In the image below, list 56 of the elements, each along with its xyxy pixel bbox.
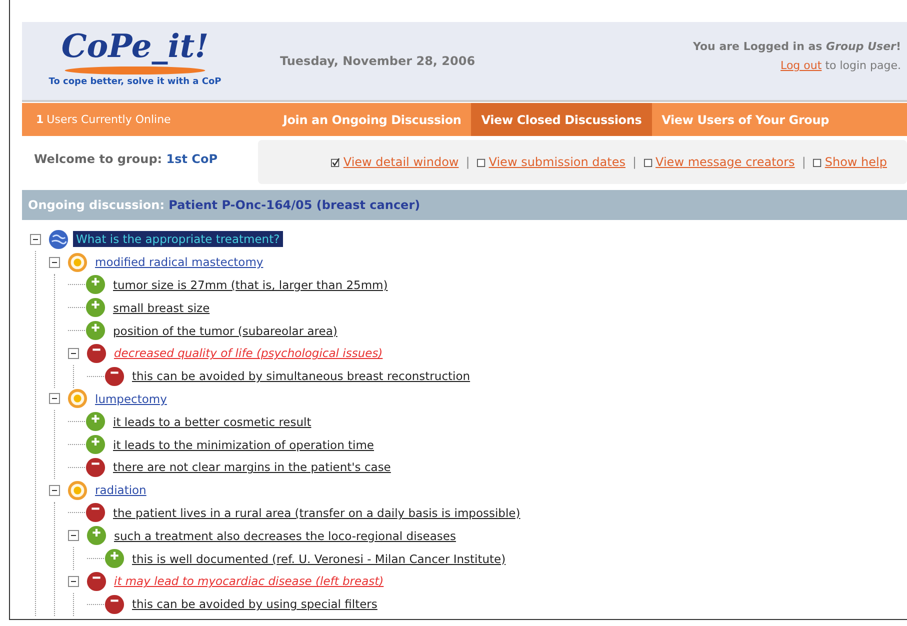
tree-node-link[interactable]: there are not clear margins in the patient's case xyxy=(110,459,394,476)
logout-hint: to login page. xyxy=(825,59,901,72)
tree-node-link[interactable]: this can be avoided by simultaneous breast reconstruction xyxy=(129,368,474,384)
discussion-title: Ongoing discussion: Patient P-Onc-164/05 (breast cancer) xyxy=(28,198,420,212)
minus-icon xyxy=(86,570,107,592)
tree-node-link[interactable]: it leads to a better cosmetic result xyxy=(110,414,314,430)
tree-node-link[interactable]: What is the appropriate treatment? xyxy=(73,231,283,248)
tree-node-link[interactable]: it may lead to myocardiac disease (left breast) xyxy=(111,573,387,590)
minus-icon xyxy=(104,366,125,387)
empty-box-icon xyxy=(476,158,486,166)
tree-node-link[interactable]: it leads to the minimization of operation time xyxy=(110,436,377,453)
tree-node-link[interactable]: the patient lives in a rural area (transfer on a daily basis is impossible) xyxy=(110,504,524,521)
tree-node-link[interactable]: decreased quality of life (psychological issues) xyxy=(111,345,386,362)
minus-icon xyxy=(85,456,106,478)
tree-node-link[interactable]: modified radical mastectomy xyxy=(92,254,266,270)
tree-node-link[interactable]: this is well documented (ref. U. Veronesi - Milan Cancer Institute) xyxy=(129,550,509,567)
minus-icon xyxy=(104,594,125,615)
minus-icon xyxy=(85,502,106,524)
plus-icon xyxy=(85,297,106,318)
tree-node-link[interactable]: lumpectomy xyxy=(92,390,170,407)
plus-icon xyxy=(85,274,106,296)
plus-icon xyxy=(85,320,106,342)
login-status: You are Logged in as Group User! xyxy=(693,40,901,53)
checked-box-icon xyxy=(331,158,340,166)
plus-icon xyxy=(85,411,106,432)
collapse-toggle[interactable] xyxy=(68,576,79,587)
collapse-toggle[interactable] xyxy=(30,234,41,245)
tree-node-link[interactable]: this can be avoided by using special filters xyxy=(129,596,380,612)
tree-node-link[interactable]: position of the tumor (subareolar area) xyxy=(110,322,340,339)
separator: | xyxy=(802,155,806,169)
separator: | xyxy=(632,155,637,169)
separator: | xyxy=(466,155,470,169)
plus-icon xyxy=(85,434,106,456)
plus-icon xyxy=(104,548,125,570)
date-text: Tuesday, November 28, 2006 xyxy=(280,54,476,68)
empty-box-icon xyxy=(812,158,822,166)
tree-node-link[interactable]: radiation xyxy=(92,482,150,498)
collapse-toggle[interactable] xyxy=(49,393,60,404)
welcome-text: Welcome to group: 1st CoP xyxy=(33,152,219,166)
tagline: To cope better, solve it with a CoP xyxy=(48,77,222,87)
tree-node-link[interactable]: tumor size is 27mm (that is, larger than 25mm) xyxy=(110,276,391,293)
sun-icon xyxy=(67,252,88,273)
tree-node-link[interactable]: such a treatment also decreases the loco-regional diseases xyxy=(111,528,459,544)
globe-icon xyxy=(48,228,69,250)
collapse-toggle[interactable] xyxy=(68,348,79,359)
plus-icon xyxy=(86,525,107,546)
collapse-toggle[interactable] xyxy=(68,530,79,542)
online-users: 1 Users Currently Online xyxy=(35,112,172,128)
logo-text: CoPe_it! xyxy=(61,26,209,66)
collapse-toggle[interactable] xyxy=(49,484,60,496)
minus-icon xyxy=(86,342,107,364)
empty-box-icon xyxy=(644,158,653,166)
tree-node-link[interactable]: small breast size xyxy=(110,300,213,316)
collapse-toggle[interactable] xyxy=(49,256,60,268)
sun-icon xyxy=(67,388,88,410)
sun-icon xyxy=(67,480,88,501)
